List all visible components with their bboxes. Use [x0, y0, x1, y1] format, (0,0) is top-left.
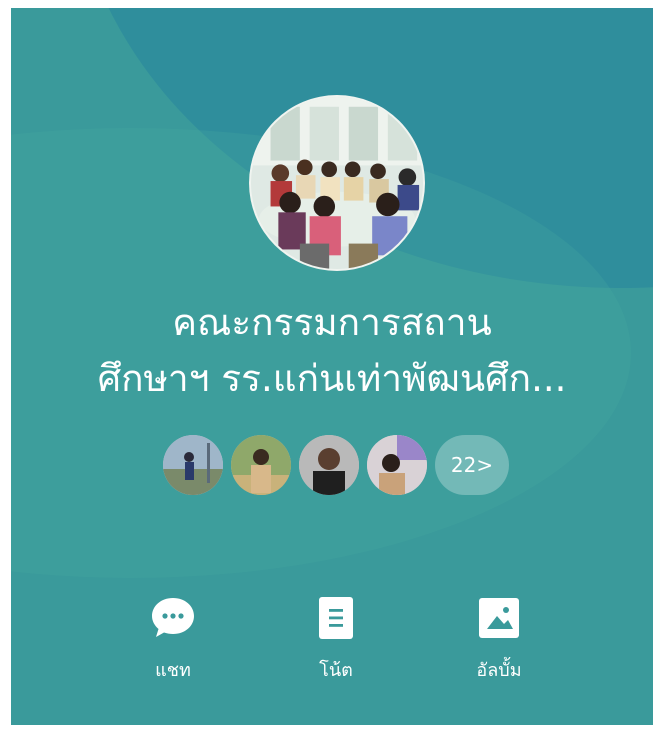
chat-action[interactable]: แชท	[113, 593, 233, 684]
member-avatar[interactable]	[231, 435, 291, 495]
member-avatar[interactable]	[299, 435, 359, 495]
member-avatar[interactable]	[367, 435, 427, 495]
group-name: คณะกรรมการสถาน ศึกษาฯ รร.แก่นเท่าพัฒนศึก…	[11, 295, 653, 407]
note-label: โน้ต	[319, 660, 353, 681]
album-label: อัลบั้ม	[476, 660, 522, 681]
note-action[interactable]: โน้ต	[276, 593, 396, 684]
note-icon	[319, 597, 353, 639]
member-avatar[interactable]	[163, 435, 223, 495]
group-avatar[interactable]	[249, 95, 425, 271]
group-profile-panel: คณะกรรมการสถาน ศึกษาฯ รร.แก่นเท่าพัฒนศึก…	[11, 8, 653, 725]
album-action[interactable]: อัลบั้ม	[439, 593, 559, 684]
more-members-button[interactable]: 22>	[435, 435, 509, 495]
member-avatars[interactable]: 22>	[163, 433, 509, 497]
chat-bubble-icon	[152, 598, 194, 637]
group-name-line2: ศึกษาฯ รร.แก่นเท่าพัฒนศึก...	[97, 357, 567, 400]
action-bar: แชท โน้ต อัลบั้ม	[11, 593, 653, 693]
group-photo	[251, 97, 423, 269]
album-icon	[479, 598, 519, 638]
group-name-line1: คณะกรรมการสถาน	[172, 301, 492, 344]
chat-label: แชท	[155, 660, 191, 681]
